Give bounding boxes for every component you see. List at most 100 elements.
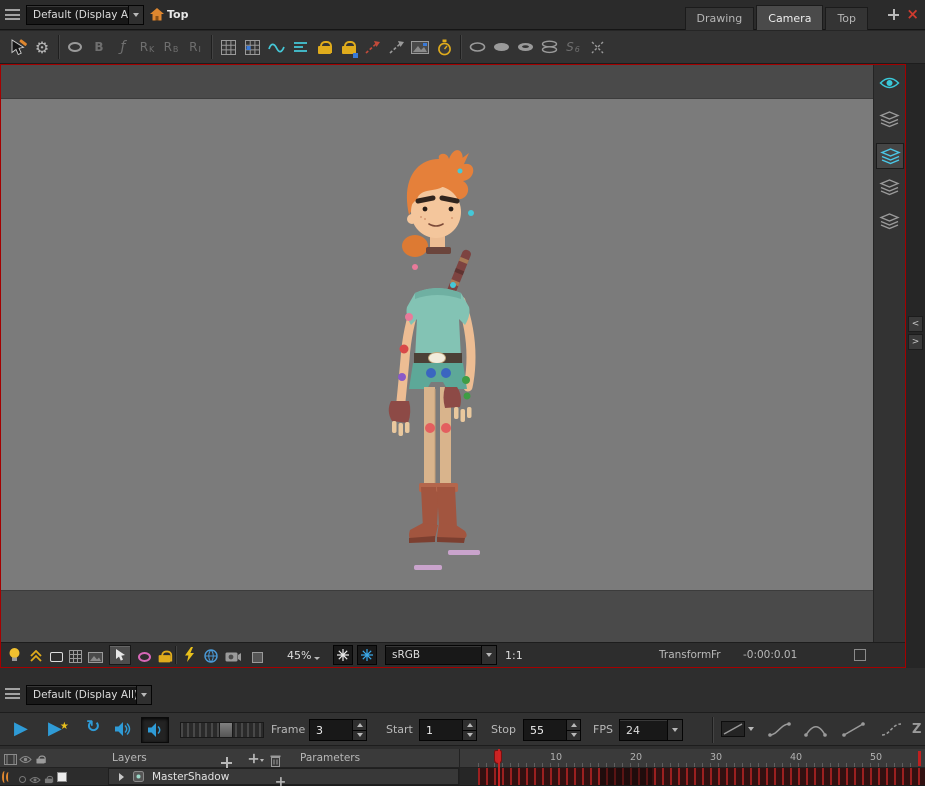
close-view-icon[interactable]: ×	[906, 7, 919, 22]
grid-icon[interactable]	[67, 648, 83, 664]
layer-name: MasterShadow	[152, 770, 230, 783]
deformer-ellipse-outline-icon[interactable]	[465, 34, 489, 60]
layer-name-cell[interactable]: MasterShadow	[108, 768, 459, 786]
timeline-display-selector[interactable]: Default (Display All)	[26, 685, 152, 705]
ri-tool-icon[interactable]: RI	[183, 34, 207, 60]
home-icon[interactable]	[150, 8, 164, 21]
ellipse-tool-icon[interactable]	[63, 34, 87, 60]
frame-ruler[interactable]: 10 20 30 40 50	[460, 749, 925, 768]
volume-slider[interactable]	[180, 722, 264, 738]
layer-color-swatch[interactable]	[57, 772, 67, 782]
z-curve-icon[interactable]: Z	[912, 722, 921, 737]
deformer-stack-icon[interactable]	[537, 34, 561, 60]
grid-select-icon[interactable]	[240, 34, 264, 60]
play-button[interactable]: ▶	[14, 718, 28, 740]
outline-mode-icon[interactable]	[48, 649, 64, 665]
light-table-icon[interactable]	[6, 647, 22, 663]
start-down-icon[interactable]	[463, 730, 476, 740]
thumbnail-icon[interactable]	[408, 34, 432, 60]
antialias-toggle-button[interactable]	[333, 645, 353, 665]
ease-out-curve-icon[interactable]	[804, 721, 828, 742]
rb-tool-icon[interactable]: RB	[159, 34, 183, 60]
layers-stack-icon[interactable]	[879, 111, 900, 132]
s6-tool-icon[interactable]: S6	[561, 34, 585, 60]
lock-icon[interactable]	[312, 34, 336, 60]
preview-image-icon[interactable]	[87, 649, 103, 665]
zoom-level[interactable]: 45%	[287, 649, 321, 662]
dashed-arrow-gray-icon[interactable]	[384, 34, 408, 60]
ease-preset-selector[interactable]	[721, 721, 754, 737]
splitter-collapse-left-icon[interactable]: <	[908, 316, 923, 332]
add-peg-button[interactable]	[248, 753, 264, 764]
deformer-torus-icon[interactable]	[513, 34, 537, 60]
eye-icon[interactable]	[17, 751, 33, 767]
align-lines-icon[interactable]	[288, 34, 312, 60]
layer-track[interactable]	[460, 768, 925, 786]
render-view-icon[interactable]	[203, 648, 219, 664]
eye-icon[interactable]	[879, 75, 900, 94]
frame-spinbox[interactable]: 3	[309, 719, 367, 741]
safe-area-ellipse-icon[interactable]	[136, 649, 152, 665]
cutter-icon[interactable]	[585, 34, 609, 60]
start-spinbox[interactable]: 1	[419, 719, 477, 741]
ease-in-curve-icon[interactable]	[768, 721, 792, 742]
loop-button[interactable]: ↻	[86, 717, 100, 737]
add-view-icon[interactable]	[888, 9, 900, 20]
s-curve-icon[interactable]	[880, 721, 904, 742]
lock-icon[interactable]	[156, 648, 172, 664]
onion-skin-wave-icon[interactable]	[264, 34, 288, 60]
character-rig[interactable]	[365, 149, 515, 591]
stop-down-icon[interactable]	[567, 730, 580, 740]
add-parameter-button[interactable]	[275, 772, 286, 786]
camera-mask-icon[interactable]	[225, 648, 241, 664]
layers-stack-selected-icon[interactable]	[876, 143, 904, 169]
start-up-icon[interactable]	[463, 720, 476, 731]
expand-layer-icon[interactable]	[119, 772, 124, 781]
active-tool-button[interactable]	[109, 645, 131, 665]
frame-up-icon[interactable]	[353, 720, 366, 731]
timeline-menu-icon[interactable]	[5, 688, 20, 699]
linear-curve-icon[interactable]	[842, 721, 866, 742]
stop-up-icon[interactable]	[567, 720, 580, 731]
scene-end-marker[interactable]	[918, 751, 921, 766]
gear-icon[interactable]: ⚙	[30, 34, 54, 60]
lock-element-icon[interactable]	[336, 34, 360, 60]
play-selection-button[interactable]: ▶ ★	[48, 718, 69, 740]
dashed-arrow-red-icon[interactable]	[360, 34, 384, 60]
lock-icon[interactable]	[40, 771, 56, 786]
data-view-toggle-icon[interactable]	[2, 771, 12, 783]
show-strokes-icon[interactable]	[28, 648, 44, 664]
render-flash-icon[interactable]	[181, 647, 197, 663]
letter-tool-b-icon[interactable]: B	[87, 34, 111, 60]
grid-icon[interactable]	[216, 34, 240, 60]
fps-selector[interactable]: 24	[619, 719, 683, 741]
volume-slider-handle[interactable]	[219, 722, 233, 738]
film-icon[interactable]	[2, 751, 18, 767]
layers-stack-icon[interactable]	[879, 213, 900, 234]
belt-buckle-control[interactable]	[428, 352, 446, 364]
freeze-toggle-button[interactable]	[357, 645, 377, 665]
function-tool-icon[interactable]: ƒ	[111, 34, 135, 60]
status-checkbox[interactable]	[854, 649, 866, 661]
exposure-bar[interactable]	[478, 768, 925, 785]
stopwatch-icon[interactable]	[432, 34, 456, 60]
layer-row[interactable]: MasterShadow	[0, 768, 460, 786]
tab-drawing[interactable]: Drawing	[684, 7, 755, 30]
sound-button[interactable]	[114, 721, 131, 741]
playhead-line[interactable]	[498, 749, 500, 786]
color-space-selector[interactable]: sRGB	[385, 645, 497, 665]
deformer-ellipse-filled-icon[interactable]	[489, 34, 513, 60]
tab-camera[interactable]: Camera	[756, 5, 824, 30]
frame-down-icon[interactable]	[353, 730, 366, 740]
matte-view-icon[interactable]	[249, 649, 265, 665]
tab-top[interactable]: Top	[825, 7, 868, 30]
transform-tool-icon[interactable]	[6, 34, 30, 60]
sound-scrubbing-button[interactable]	[141, 717, 169, 743]
panel-menu-icon[interactable]	[5, 9, 20, 20]
lock-icon[interactable]	[32, 751, 48, 767]
splitter-collapse-right-icon[interactable]: >	[908, 334, 923, 350]
layers-stack-icon[interactable]	[879, 179, 900, 200]
stop-spinbox[interactable]: 55	[523, 719, 581, 741]
display-selector[interactable]: Default (Display All)	[26, 5, 144, 25]
rk-tool-icon[interactable]: RK	[135, 34, 159, 60]
